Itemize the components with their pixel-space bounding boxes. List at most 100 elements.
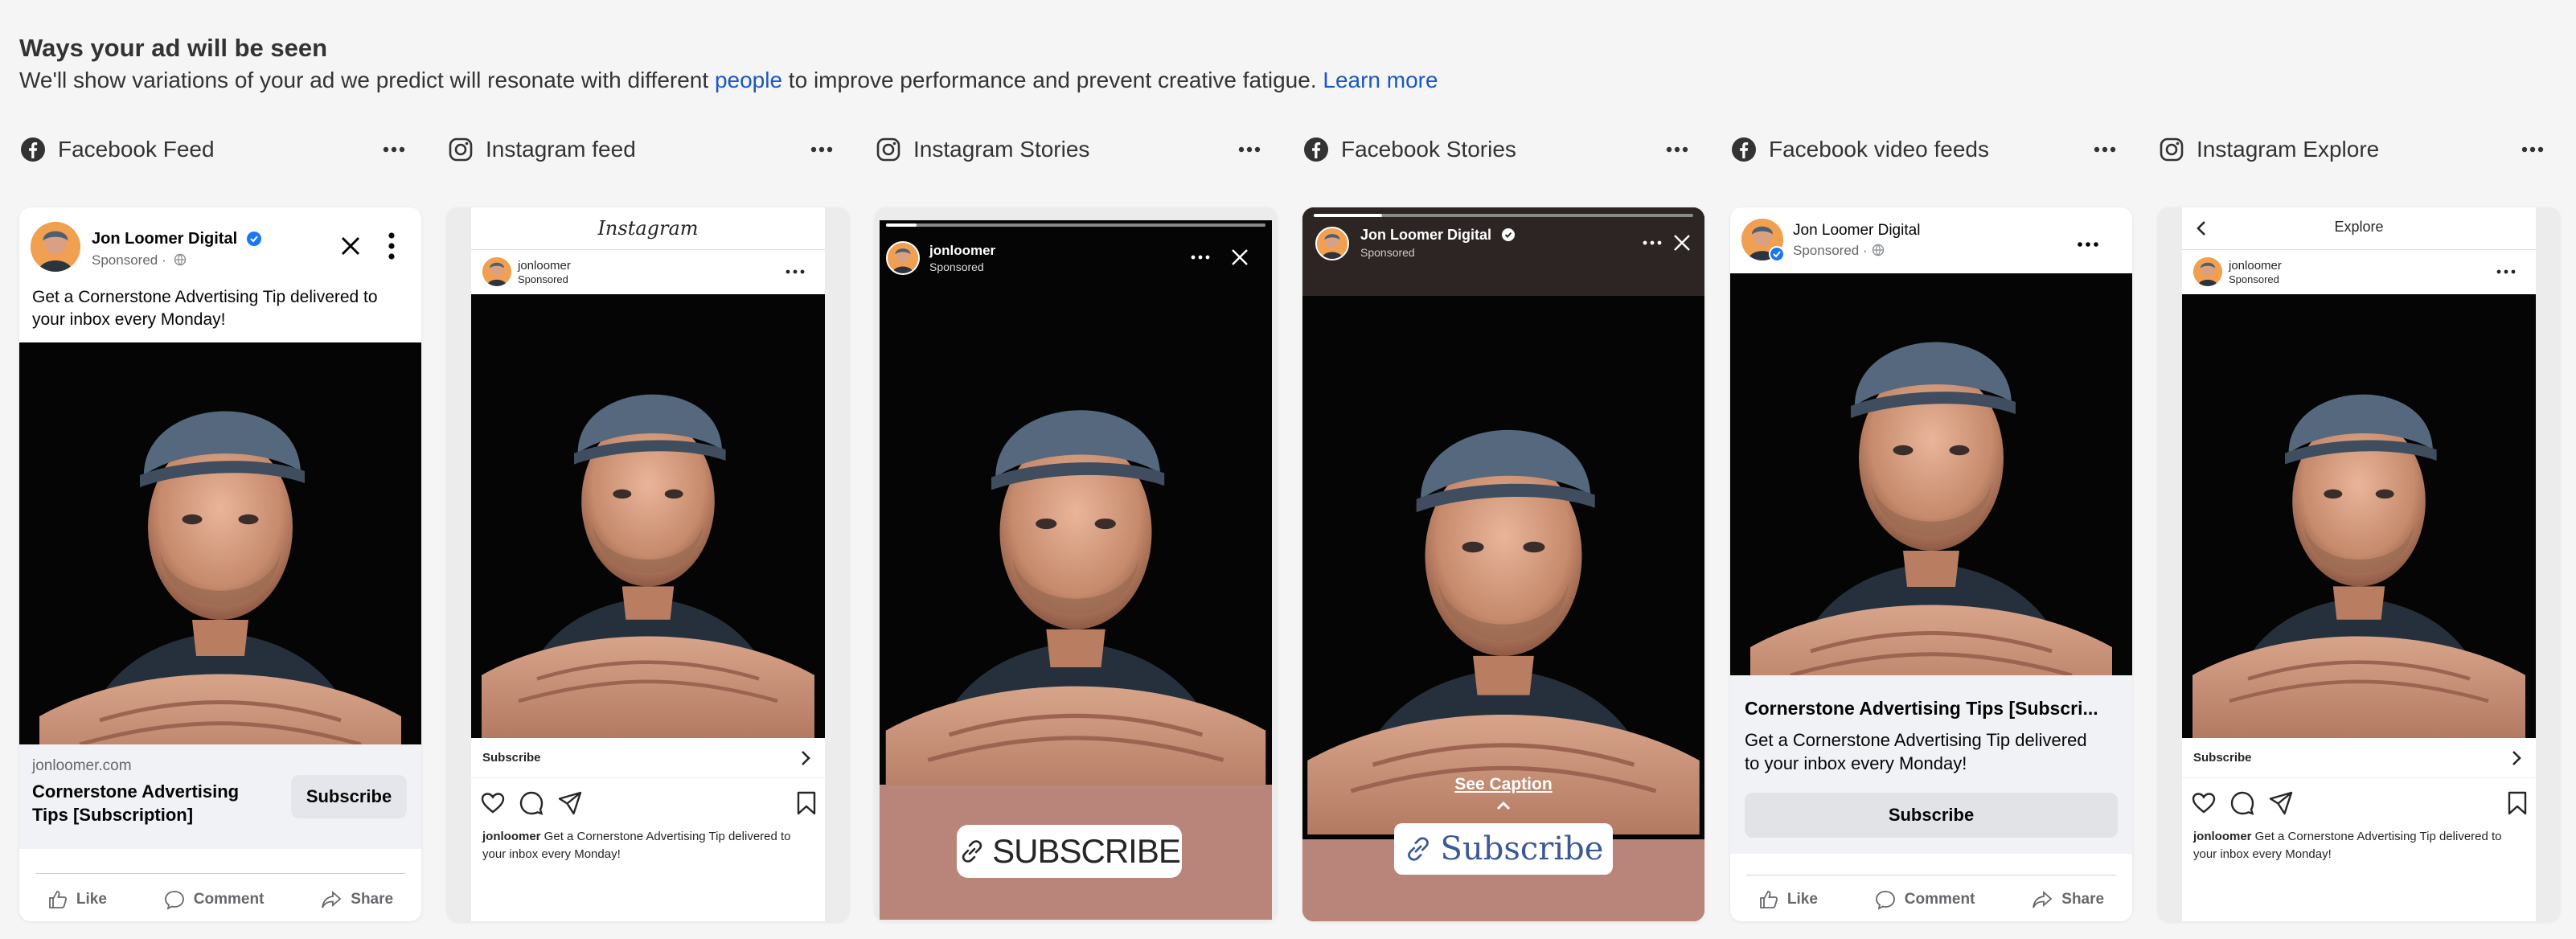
action-bar: Like Comment Share [19, 880, 421, 920]
instagram-icon [875, 136, 902, 163]
comment-label: Comment [1904, 891, 1975, 908]
more-options-icon[interactable] [2517, 135, 2549, 164]
more-options-icon[interactable] [2089, 135, 2121, 164]
description-text-start: We'll show variations of your ad we pred… [19, 68, 715, 92]
ad-preview-card: Instagram jonloomer Sponsored Subscribe … [447, 207, 849, 921]
ad-image[interactable] [880, 296, 1272, 802]
sponsored-label: Sponsored [518, 273, 568, 285]
placement-header: Instagram Stories [875, 129, 1277, 170]
page-name[interactable]: Jon Loomer Digital [92, 230, 237, 248]
placement-facebook-feed: Facebook Feed Jon Loomer Digital Sponsor… [19, 129, 421, 939]
placement-title: Instagram Explore [2197, 137, 2380, 162]
sponsored-label: Sponsored [929, 260, 984, 273]
caption: jonloomer Get a Cornerstone Advertising … [482, 828, 814, 863]
explore-title: Explore [2334, 219, 2384, 235]
placement-title: Instagram Stories [913, 137, 1090, 162]
subscribe-label: SUBSCRIBE [992, 832, 1181, 870]
more-options-icon[interactable] [806, 135, 838, 164]
link-icon [962, 840, 982, 863]
avatar [886, 241, 920, 275]
ad-preview-card: jonloomer Sponsored SUBSCRIBE [875, 207, 1277, 921]
ad-preview-header: Ways your ad will be seen We'll show var… [19, 32, 2552, 96]
placement-facebook-video-feeds: Facebook video feeds Jon Loomer Digital … [1730, 129, 2132, 939]
close-icon[interactable] [1229, 246, 1251, 269]
verified-badge-icon [246, 231, 262, 247]
chevron-up-icon [1492, 798, 1515, 814]
instagram-icon [447, 136, 474, 163]
see-caption-link[interactable]: See Caption [1302, 775, 1704, 794]
instagram-icon [2158, 136, 2185, 163]
subscribe-sticker[interactable]: Subscribe [1394, 823, 1613, 875]
like-button[interactable]: Like [47, 889, 107, 910]
sponsored-label: Sponsored · [92, 252, 166, 268]
more-options-icon[interactable] [2494, 264, 2518, 280]
more-vertical-icon[interactable] [379, 230, 404, 262]
divider [35, 873, 405, 874]
sponsored-label: Sponsored [1360, 246, 1415, 259]
learn-more-link[interactable]: Learn more [1323, 68, 1438, 92]
like-label: Like [76, 891, 107, 908]
send-icon[interactable] [2267, 789, 2295, 817]
like-button[interactable]: Like [1758, 889, 1818, 910]
caption-username[interactable]: jonloomer [2193, 830, 2252, 843]
comment-icon[interactable] [518, 789, 545, 817]
like-label: Like [1786, 891, 1818, 908]
ad-image[interactable] [1730, 273, 2132, 675]
page-name[interactable]: Jon Loomer Digital [1793, 222, 1920, 240]
subscribe-cta[interactable]: Subscribe [2193, 751, 2252, 765]
link-domain: jonloomer.com [32, 757, 132, 774]
more-options-icon[interactable] [1233, 135, 1265, 164]
ad-image[interactable] [2182, 294, 2536, 738]
bookmark-icon[interactable] [794, 789, 818, 817]
share-button[interactable]: Share [2031, 889, 2104, 910]
share-button[interactable]: Share [320, 889, 393, 910]
action-bar: Like Comment Share [1730, 880, 2132, 920]
people-link[interactable]: people [715, 68, 782, 92]
more-options-icon[interactable] [1640, 235, 1664, 251]
ad-image[interactable] [1302, 312, 1704, 834]
subscribe-sticker[interactable]: SUBSCRIBE [957, 825, 1182, 878]
placement-instagram-explore: Instagram Explore Explore jonloomer Spon… [2158, 129, 2560, 939]
section-description: We'll show variations of your ad we pred… [19, 64, 2552, 96]
ad-preview-card: Explore jonloomer Sponsored Subscribe jo… [2158, 207, 2560, 921]
comment-button[interactable]: Comment [1874, 889, 1975, 910]
heart-icon[interactable] [479, 789, 507, 817]
subscribe-button[interactable]: Subscribe [291, 775, 407, 818]
send-icon[interactable] [556, 789, 584, 817]
primary-text: Get a Cornerstone Advertising Tip delive… [32, 288, 378, 329]
username[interactable]: jonloomer [2229, 259, 2282, 273]
facebook-icon [19, 136, 47, 163]
heart-icon[interactable] [2190, 789, 2217, 817]
caption-username[interactable]: jonloomer [482, 830, 541, 843]
avatar [1315, 227, 1349, 260]
more-options-icon[interactable] [1188, 249, 1212, 265]
comment-icon [1875, 891, 1895, 910]
comment-button[interactable]: Comment [163, 889, 264, 910]
username[interactable]: jonloomer [929, 243, 995, 259]
chevron-right-icon [2508, 749, 2525, 767]
more-options-icon[interactable] [378, 135, 410, 164]
instagram-logo: Instagram [597, 217, 699, 240]
ad-image[interactable] [19, 342, 421, 744]
primary-text: Get a Cornerstone Advertising Tip delive… [1745, 730, 2087, 773]
bookmark-icon[interactable] [2505, 789, 2529, 817]
username[interactable]: jonloomer [518, 259, 571, 273]
comment-icon[interactable] [2229, 789, 2256, 817]
ad-preview-card: Jon Loomer Digital Sponsored See Caption… [1302, 207, 1704, 921]
page-name[interactable]: Jon Loomer Digital [1360, 227, 1491, 244]
placement-header: Facebook Stories [1302, 129, 1704, 170]
ad-preview-card: Jon Loomer Digital Sponsored · Get a Cor… [19, 207, 421, 921]
subscribe-button[interactable]: Subscribe [1745, 793, 2118, 838]
ad-image[interactable] [471, 294, 825, 738]
placement-title: Facebook Stories [1341, 137, 1516, 162]
placement-header: Instagram feed [447, 129, 849, 170]
more-options-icon[interactable] [2074, 236, 2102, 252]
share-icon [2032, 890, 2053, 908]
like-icon [49, 891, 67, 908]
more-options-icon[interactable] [783, 264, 807, 280]
close-icon[interactable] [1671, 232, 1693, 254]
more-options-icon[interactable] [1661, 135, 1693, 164]
close-icon[interactable] [336, 232, 365, 260]
subscribe-cta[interactable]: Subscribe [482, 751, 541, 765]
verified-badge-icon [1769, 246, 1785, 262]
